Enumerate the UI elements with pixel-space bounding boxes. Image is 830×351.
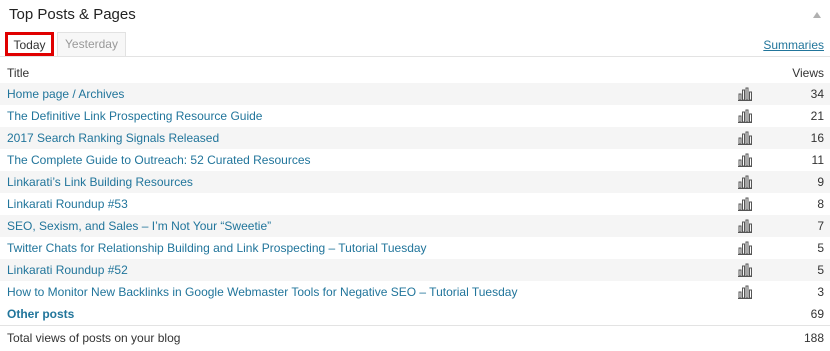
column-title-header: Title: [7, 66, 30, 80]
other-posts-views: 69: [810, 307, 824, 321]
post-views-count: 21: [810, 109, 824, 123]
post-title-link[interactable]: The Complete Guide to Outreach: 52 Curat…: [7, 153, 311, 167]
bar-chart-icon[interactable]: [737, 130, 753, 146]
post-views-count: 5: [817, 241, 824, 255]
total-views: 188: [803, 331, 824, 345]
post-row: Home page / Archives 34: [0, 83, 830, 105]
post-row: How to Monitor New Backlinks in Google W…: [0, 281, 830, 303]
post-title-link[interactable]: 2017 Search Ranking Signals Released: [7, 131, 219, 145]
collapse-toggle-icon[interactable]: [813, 12, 821, 18]
post-title-link[interactable]: Linkarati Roundup #53: [7, 197, 128, 211]
tabs-divider: [0, 56, 830, 57]
other-posts-row: Other posts 69: [0, 303, 830, 325]
post-title-link[interactable]: SEO, Sexism, and Sales – I’m Not Your “S…: [7, 219, 271, 233]
post-row: 2017 Search Ranking Signals Released 16: [0, 127, 830, 149]
post-row: The Complete Guide to Outreach: 52 Curat…: [0, 149, 830, 171]
total-row: Total views of posts on your blog 188: [0, 327, 830, 349]
summaries-link[interactable]: Summaries: [763, 38, 824, 52]
post-views-count: 11: [811, 153, 824, 167]
post-title-link[interactable]: The Definitive Link Prospecting Resource…: [7, 109, 262, 123]
post-views-count: 34: [810, 87, 824, 101]
post-row: SEO, Sexism, and Sales – I’m Not Your “S…: [0, 215, 830, 237]
post-row: Linkarati Roundup #53 8: [0, 193, 830, 215]
column-views-header: Views: [792, 66, 824, 80]
post-title-link[interactable]: Twitter Chats for Relationship Building …: [7, 241, 427, 255]
post-views-count: 5: [817, 263, 824, 277]
post-row: Linkarati Roundup #52 5: [0, 259, 830, 281]
bar-chart-icon[interactable]: [737, 262, 753, 278]
bar-chart-icon[interactable]: [737, 86, 753, 102]
post-row: Twitter Chats for Relationship Building …: [0, 237, 830, 259]
post-views-count: 7: [817, 219, 824, 233]
post-row: The Definitive Link Prospecting Resource…: [0, 105, 830, 127]
top-posts-widget: Top Posts & Pages Today Yesterday Summar…: [0, 0, 830, 351]
post-title-link[interactable]: Linkarati Roundup #52: [7, 263, 128, 277]
bar-chart-icon[interactable]: [737, 240, 753, 256]
bar-chart-icon[interactable]: [737, 108, 753, 124]
table-header: Title Views: [0, 63, 830, 83]
bar-chart-icon[interactable]: [737, 218, 753, 234]
post-title-link[interactable]: How to Monitor New Backlinks in Google W…: [7, 285, 517, 299]
post-views-count: 9: [817, 175, 824, 189]
other-posts-link[interactable]: Other posts: [7, 307, 74, 321]
post-title-link[interactable]: Home page / Archives: [7, 87, 124, 101]
bar-chart-icon[interactable]: [737, 284, 753, 300]
tab-today[interactable]: Today: [5, 32, 54, 56]
bar-chart-icon[interactable]: [737, 174, 753, 190]
bar-chart-icon[interactable]: [737, 152, 753, 168]
post-views-count: 3: [817, 285, 824, 299]
post-title-link[interactable]: Linkarati’s Link Building Resources: [7, 175, 193, 189]
total-divider: [0, 325, 830, 326]
post-views-count: 8: [817, 197, 824, 211]
tab-yesterday[interactable]: Yesterday: [57, 32, 126, 56]
post-row: Linkarati’s Link Building Resources 9: [0, 171, 830, 193]
bar-chart-icon[interactable]: [737, 196, 753, 212]
total-label: Total views of posts on your blog: [7, 331, 181, 345]
widget-title: Top Posts & Pages: [9, 6, 136, 23]
post-views-count: 16: [810, 131, 824, 145]
